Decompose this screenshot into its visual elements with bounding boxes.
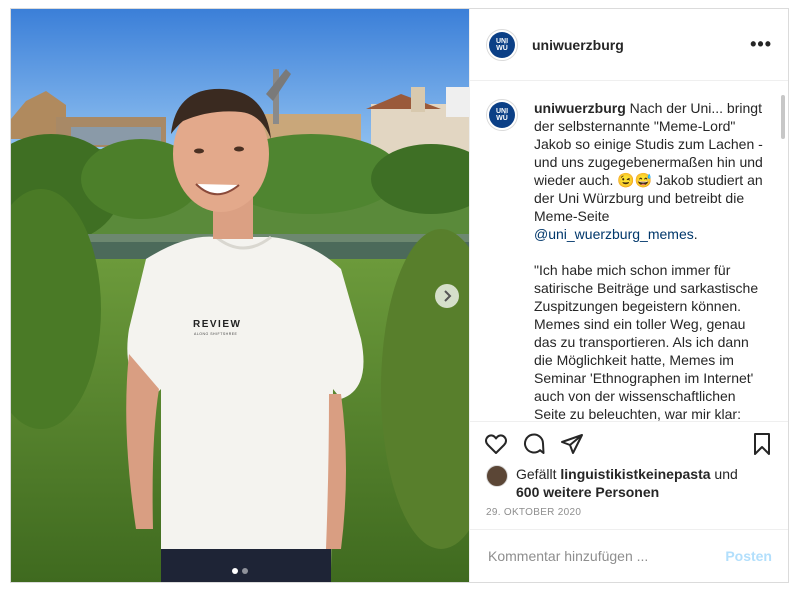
mention-link[interactable]: @uni_wuerzburg_memes <box>534 226 694 242</box>
likes-prefix: Gefällt <box>516 466 561 482</box>
likes-text: Gefällt linguistikistkeinepasta und 600 w… <box>516 465 738 501</box>
likes-middle: und <box>710 466 738 482</box>
carousel-dot-active <box>232 568 238 574</box>
caption: UNI WÜ uniwuerzburg Nach der Uni... bring… <box>470 81 788 421</box>
avatar[interactable]: UNI WÜ <box>486 28 518 61</box>
heart-icon[interactable] <box>484 432 508 456</box>
bookmark-icon[interactable] <box>750 432 774 456</box>
carousel-indicator <box>11 561 469 579</box>
post-sidebar: UNI WÜ uniwuerzburg ••• UNI WÜ uniwuerzbur… <box>469 9 788 582</box>
comment-icon[interactable] <box>522 432 546 456</box>
caption-avatar[interactable]: UNI WÜ <box>486 99 518 131</box>
comment-input[interactable] <box>486 547 726 565</box>
caption-scrollbar[interactable] <box>781 95 785 139</box>
likes-others-link[interactable]: 600 weitere Personen <box>516 484 659 500</box>
post-header: UNI WÜ uniwuerzburg ••• <box>470 9 788 81</box>
header-username[interactable]: uniwuerzburg <box>532 37 624 53</box>
chevron-right-icon <box>444 290 452 302</box>
liker-avatar[interactable] <box>486 465 508 487</box>
liker-username[interactable]: linguistikistkeinepasta <box>560 466 710 482</box>
comment-form: Posten <box>470 529 788 582</box>
next-photo-button[interactable] <box>435 284 459 308</box>
share-icon[interactable] <box>560 432 584 456</box>
university-logo-icon: UNI WÜ <box>489 31 515 58</box>
caption-text: uniwuerzburg Nach der Uni... bringt der … <box>534 99 764 421</box>
action-bar <box>470 421 788 465</box>
caption-username[interactable]: uniwuerzburg <box>534 100 626 116</box>
caption-body-2: . "Ich habe mich schon immer für satiris… <box>534 226 759 421</box>
post-photo[interactable]: REVIEW ALONG SHIFTSHREE <box>11 9 469 582</box>
post-date[interactable]: 29. OKTOBER 2020 <box>486 507 581 518</box>
shirt-print-text: REVIEW <box>193 319 241 330</box>
carousel-dot <box>242 568 248 574</box>
likes-summary: Gefällt linguistikistkeinepasta und 600 w… <box>486 465 772 501</box>
shirt-print-subtext: ALONG SHIFTSHREE <box>194 332 238 336</box>
photo-illustration: REVIEW ALONG SHIFTSHREE <box>11 9 469 582</box>
instagram-post: REVIEW ALONG SHIFTSHREE UNI WÜ uniwuerzbu… <box>10 8 789 583</box>
caption-body-1: Nach der Uni... bringt der selbsternannt… <box>534 100 767 224</box>
university-logo-icon: UNI WÜ <box>489 102 515 128</box>
more-options-icon[interactable]: ••• <box>750 34 772 55</box>
post-comment-button[interactable]: Posten <box>725 548 772 564</box>
